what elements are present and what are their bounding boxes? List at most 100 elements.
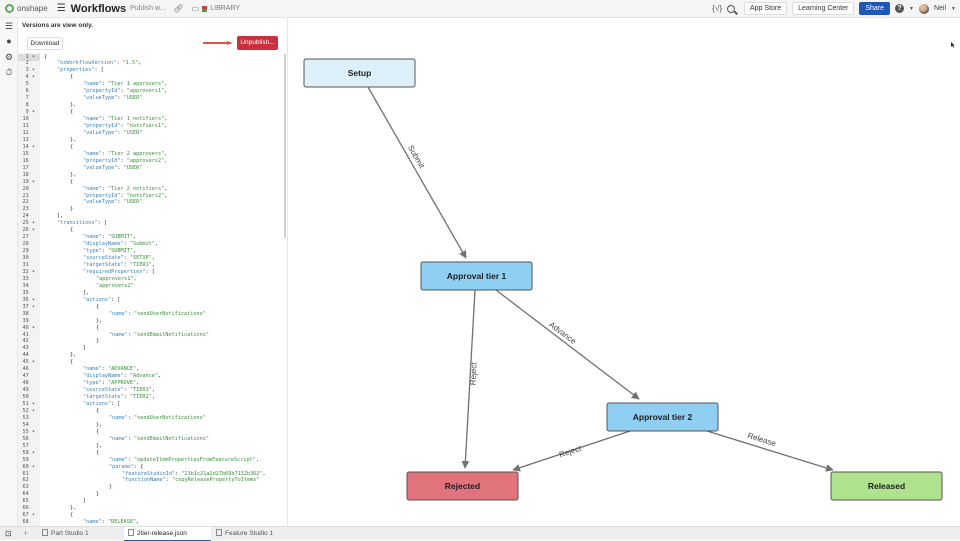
code-line[interactable]: 61 "featureStudioId": "21b1c21a2d27b69b7…: [18, 471, 278, 478]
code-line[interactable]: 4 ▾ {: [18, 74, 278, 81]
code-line[interactable]: 51 ▾ "actions": [: [18, 401, 278, 408]
code-line[interactable]: 7 "valueType": "USER": [18, 95, 278, 102]
tab-manager-icon[interactable]: ⊡: [5, 529, 12, 538]
code-line[interactable]: 29 "type": "SUBMIT",: [18, 248, 278, 255]
code-line[interactable]: 23 }: [18, 206, 278, 213]
code-line[interactable]: 49 "sourceState": "TIER1",: [18, 387, 278, 394]
code-line[interactable]: 40 ▾ {: [18, 325, 278, 332]
folder-icon[interactable]: ▭: [192, 4, 200, 13]
code-editor[interactable]: 1 ▾{2 "osWorkflowVersion": "1.5", 3 ▾ "pro…: [18, 53, 286, 526]
code-line[interactable]: 18 },: [18, 172, 278, 179]
help-icon[interactable]: ?: [895, 4, 905, 13]
code-line[interactable]: 44 },: [18, 352, 278, 359]
code-line[interactable]: 24 ],: [18, 213, 278, 220]
download-button[interactable]: Download: [27, 37, 63, 50]
code-line[interactable]: 3 ▾ "properties": [: [18, 67, 278, 74]
code-line[interactable]: 20 "name": "Tier 2 notifiers",: [18, 186, 278, 193]
code-line[interactable]: 41 "name": "sendEmailNotifications": [18, 332, 278, 339]
code-line[interactable]: 22 "valueType": "USER": [18, 199, 278, 206]
code-line[interactable]: 10 "name": "Tier 1 notifiers",: [18, 116, 278, 123]
code-line[interactable]: 38 "name": "sendUserNotifications": [18, 311, 278, 318]
code-line[interactable]: 63 }: [18, 484, 278, 491]
code-line[interactable]: 66 },: [18, 505, 278, 512]
code-line[interactable]: 45 ▾ {: [18, 359, 278, 366]
learning-center-button[interactable]: Learning Center: [792, 2, 855, 15]
onshape-logo[interactable]: onshape: [5, 4, 48, 13]
code-line[interactable]: 50 "targetState": "TIER2",: [18, 394, 278, 401]
menu-icon[interactable]: ☰: [57, 3, 66, 14]
variables-icon[interactable]: {√}: [712, 4, 722, 13]
code-line[interactable]: 14 ▾ {: [18, 144, 278, 151]
code-line[interactable]: 15 "name": "Tier 2 approvers",: [18, 151, 278, 158]
code-line[interactable]: 60 ▾ "params": {: [18, 464, 278, 471]
document-title[interactable]: Workflows: [71, 3, 126, 15]
code-line[interactable]: 31 "targetState": "TIER1",: [18, 262, 278, 269]
code-line[interactable]: 43 ]: [18, 345, 278, 352]
code-line[interactable]: 53 "name": "sendUserNotifications": [18, 415, 278, 422]
code-line[interactable]: 8 },: [18, 102, 278, 109]
help-chevron-down-icon[interactable]: ▼: [909, 6, 914, 12]
add-tab-icon[interactable]: +: [23, 528, 28, 538]
tab-feature-studio-1[interactable]: Feature Studio 1: [212, 527, 299, 541]
code-line[interactable]: 54 },: [18, 422, 278, 429]
code-line[interactable]: 52 ▾ {: [18, 408, 278, 415]
code-line[interactable]: 56 "name": "sendEmailNotifications": [18, 436, 278, 443]
code-line[interactable]: 32 ▾ "requiredProperties": [: [18, 269, 278, 276]
transition-edge-submit[interactable]: [367, 86, 467, 259]
app-store-button[interactable]: App Store: [744, 2, 788, 15]
comments-icon[interactable]: ●: [4, 36, 14, 46]
code-line[interactable]: 27 "name": "SUBMIT",: [18, 234, 278, 241]
code-line[interactable]: 39 },: [18, 318, 278, 325]
tab-part-studio-1[interactable]: Part Studio 1: [38, 527, 123, 541]
code-line[interactable]: 35 ],: [18, 290, 278, 297]
code-line[interactable]: 11 "propertyId": "notifiers1",: [18, 123, 278, 130]
feature-list-icon[interactable]: ☰: [4, 21, 14, 31]
code-line[interactable]: 21 "propertyId": "notifiers2",: [18, 193, 278, 200]
code-line[interactable]: 47 "displayName": "Advance",: [18, 373, 278, 380]
share-button[interactable]: Share: [859, 2, 891, 15]
code-line[interactable]: 34 "approvers2": [18, 283, 278, 290]
code-line[interactable]: 55 ▾ {: [18, 429, 278, 436]
search-icon[interactable]: [727, 4, 735, 13]
code-line[interactable]: 67 ▾ {: [18, 512, 278, 519]
code-line[interactable]: 65 ]: [18, 498, 278, 505]
code-line[interactable]: 33 "approvers1",: [18, 276, 278, 283]
code-line[interactable]: 42 }: [18, 338, 278, 345]
unpublish-button[interactable]: Unpublish...: [237, 36, 278, 50]
code-line[interactable]: 13 },: [18, 137, 278, 144]
code-line[interactable]: 19 ▾ {: [18, 179, 278, 186]
link-icon[interactable]: 🔗︎: [174, 4, 184, 13]
transition-edge-advance[interactable]: [495, 289, 640, 400]
user-chevron-down-icon[interactable]: ▼: [951, 6, 956, 12]
code-line[interactable]: 30 "sourceState": "SETUP",: [18, 255, 278, 262]
code-line[interactable]: 64 }: [18, 491, 278, 498]
history-icon[interactable]: ⏱: [4, 67, 14, 77]
code-line[interactable]: 6 "propertyId": "approvers1",: [18, 88, 278, 95]
avatar[interactable]: [918, 3, 929, 14]
code-line[interactable]: 17 "valueType": "USER": [18, 165, 278, 172]
code-line[interactable]: 12 "valueType": "USER": [18, 130, 278, 137]
document-subtitle[interactable]: Publish w...: [130, 5, 165, 12]
code-line[interactable]: 2 "osWorkflowVersion": "1.5",: [18, 60, 278, 67]
code-line[interactable]: 25 ▾ "transitions": [: [18, 220, 278, 227]
code-line[interactable]: 36 ▾ "actions": [: [18, 297, 278, 304]
code-line[interactable]: 26 ▾ {: [18, 227, 278, 234]
code-line[interactable]: 46 "name": "ADVANCE",: [18, 366, 278, 373]
code-line[interactable]: 28 "displayName": "Submit",: [18, 241, 278, 248]
code-line[interactable]: 48 "type": "APPROVE",: [18, 380, 278, 387]
code-line[interactable]: 68 "name": "RELEASE",: [18, 519, 278, 526]
code-line[interactable]: 37 ▾ {: [18, 304, 278, 311]
configurations-icon[interactable]: ⚙: [4, 52, 14, 62]
library-label[interactable]: LIBRARY: [210, 5, 240, 12]
user-name[interactable]: Neil: [934, 5, 946, 12]
code-line[interactable]: 58 ▾ {: [18, 450, 278, 457]
code-line[interactable]: 1 ▾ {: [18, 53, 278, 61]
code-line[interactable]: 16 "propertyId": "approvers2",: [18, 158, 278, 165]
code-line[interactable]: 57 },: [18, 443, 278, 450]
code-line[interactable]: 9 ▾ {: [18, 109, 278, 116]
code-line[interactable]: 59 "name": "updateItemPropertiesFromFeat…: [18, 457, 278, 464]
editor-scrollbar[interactable]: [284, 54, 286, 238]
code-line[interactable]: 62 "functionName": "copyReleasePropertyT…: [18, 477, 278, 484]
tab-2tier-release-json[interactable]: 2tier-release.json: [124, 527, 211, 541]
code-line[interactable]: 5 "name": "Tier 1 approvers",: [18, 81, 278, 88]
